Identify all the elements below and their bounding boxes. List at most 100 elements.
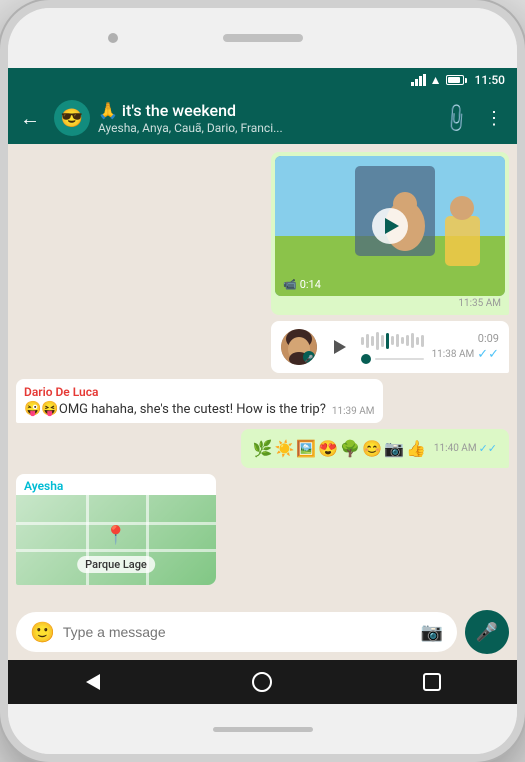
mic-icon: 🎤 xyxy=(476,622,498,643)
map-message: Ayesha 📍 Parque Lage xyxy=(16,474,216,585)
voice-time: 11:38 AM ✓✓ xyxy=(432,347,499,362)
emoji-content: ☀️ xyxy=(274,439,294,458)
phone-nav-bar xyxy=(8,660,517,704)
title-emoji: 🙏 xyxy=(98,101,122,120)
chat-area: 📹 0:14 11:35 AM xyxy=(8,144,517,604)
chat-header: ← 😎 🙏 it's the weekend Ayesha, Anya, Cau… xyxy=(8,92,517,144)
wbar xyxy=(381,335,384,347)
avatar-svg: 🎤 xyxy=(281,329,317,365)
video-duration: 📹 0:14 xyxy=(283,278,321,291)
nav-recents-button[interactable] xyxy=(412,667,452,697)
screen: ▲ 11:50 ← 😎 🙏 it's the weekend xyxy=(8,68,517,704)
phone-speaker xyxy=(223,34,303,42)
wbar-active xyxy=(386,333,389,349)
message-text-row: 😜😝 OMG hahaha, she's the cutest! How is … xyxy=(24,401,375,417)
camera-attachment-button[interactable]: 📷 xyxy=(421,622,443,643)
wbar xyxy=(366,334,369,348)
voice-play-icon xyxy=(334,340,346,354)
voice-duration: 0:09 xyxy=(478,332,499,345)
text-message-time: 11:39 AM xyxy=(332,406,375,417)
emoji-content: 🌿 xyxy=(253,439,273,458)
signal-bar-4 xyxy=(423,74,426,86)
phone-frame: ▲ 11:50 ← 😎 🙏 it's the weekend xyxy=(0,0,525,762)
wbar xyxy=(406,335,409,346)
nav-home-button[interactable] xyxy=(242,667,282,697)
video-thumbnail[interactable]: 📹 0:14 xyxy=(275,156,505,296)
header-info: 🙏 it's the weekend Ayesha, Anya, Cauã, D… xyxy=(98,101,436,134)
chat-title: 🙏 it's the weekend xyxy=(98,101,436,120)
battery-body xyxy=(446,75,464,85)
map-road-h2 xyxy=(16,549,216,552)
emoji-bubble-content: 🌿 ☀️ 🖼️ 😍 🌳 😊 📷 👍 11:40 AM ✓✓ xyxy=(245,433,505,464)
emoji-content: 📷 xyxy=(384,439,404,458)
waveform-progress xyxy=(361,354,424,364)
mic-send-button[interactable]: 🎤 xyxy=(465,610,509,654)
menu-icon[interactable]: ⋮ xyxy=(485,108,505,129)
waveform-bars xyxy=(361,331,424,351)
status-bar: ▲ 11:50 xyxy=(8,68,517,92)
voice-play-button[interactable] xyxy=(325,333,353,361)
attach-icon[interactable]: 📎 xyxy=(439,101,474,136)
signal-icon xyxy=(411,74,426,86)
wbar xyxy=(371,336,374,346)
nav-back-button[interactable] xyxy=(73,667,113,697)
status-icons: ▲ 11:50 xyxy=(411,73,505,87)
avatar: 🎤 xyxy=(281,329,317,365)
text-emojis: 😜😝 xyxy=(24,401,59,417)
phone-top-bezel xyxy=(8,8,517,68)
emoji-content: 👍 xyxy=(406,439,426,458)
message-input-box: 🙂 📷 xyxy=(16,612,457,652)
battery-icon xyxy=(446,75,467,85)
map-location-label: Parque Lage xyxy=(77,556,155,573)
video-message: 📹 0:14 11:35 AM xyxy=(271,152,509,315)
svg-text:🎤: 🎤 xyxy=(304,354,313,363)
wbar xyxy=(361,337,364,345)
signal-bar-2 xyxy=(415,79,418,86)
voice-info: 0:09 11:38 AM ✓✓ xyxy=(432,332,499,362)
emoji-content: 😍 xyxy=(318,439,338,458)
nav-recents-icon xyxy=(423,673,441,691)
wbar xyxy=(416,337,419,345)
group-avatar: 😎 xyxy=(54,100,90,136)
back-button[interactable]: ← xyxy=(20,104,46,133)
nav-back-icon xyxy=(86,674,100,690)
status-time: 11:50 xyxy=(475,73,505,87)
map-sender-name: Ayesha xyxy=(16,474,216,495)
battery-tip xyxy=(465,78,467,83)
play-button[interactable] xyxy=(372,208,408,244)
sender-name-dario: Dario De Luca xyxy=(24,385,375,399)
message-body: OMG hahaha, she's the cutest! How is the… xyxy=(59,402,326,417)
wbar xyxy=(396,334,399,347)
map-pin-icon: 📍 xyxy=(105,525,127,546)
wbar xyxy=(401,337,404,344)
wbar xyxy=(391,336,394,345)
progress-line xyxy=(375,358,424,360)
emoji-picker-button[interactable]: 🙂 xyxy=(30,620,55,644)
video-duration-text: 0:14 xyxy=(300,278,321,291)
wifi-icon: ▲ xyxy=(430,73,442,87)
battery-fill xyxy=(448,77,461,83)
group-emoji-icon: 😎 xyxy=(61,108,83,129)
voice-message: 🎤 xyxy=(271,321,509,373)
phone-camera xyxy=(108,33,118,43)
emoji-double-check: ✓✓ xyxy=(479,442,497,455)
wbar xyxy=(376,332,379,350)
signal-bar-3 xyxy=(419,76,422,86)
wbar xyxy=(411,333,414,348)
phone-bottom-bezel xyxy=(8,704,517,754)
voice-waveform xyxy=(361,331,424,364)
signal-bar-1 xyxy=(411,82,414,86)
emoji-content: 🖼️ xyxy=(296,439,316,458)
video-cam-icon: 📹 xyxy=(283,278,297,291)
emoji-time: 11:40 AM xyxy=(434,443,477,454)
double-check-icon: ✓✓ xyxy=(477,347,499,362)
emoji-content: 🌳 xyxy=(340,439,360,458)
message-text-input[interactable] xyxy=(63,624,413,640)
emoji-content: 😊 xyxy=(362,439,382,458)
home-indicator xyxy=(213,727,313,732)
header-actions: 📎 ⋮ xyxy=(444,106,505,130)
map-image[interactable]: 📍 Parque Lage xyxy=(16,495,216,585)
play-triangle-icon xyxy=(385,218,399,234)
video-message-time: 11:35 AM xyxy=(275,298,505,311)
nav-home-icon xyxy=(252,672,272,692)
